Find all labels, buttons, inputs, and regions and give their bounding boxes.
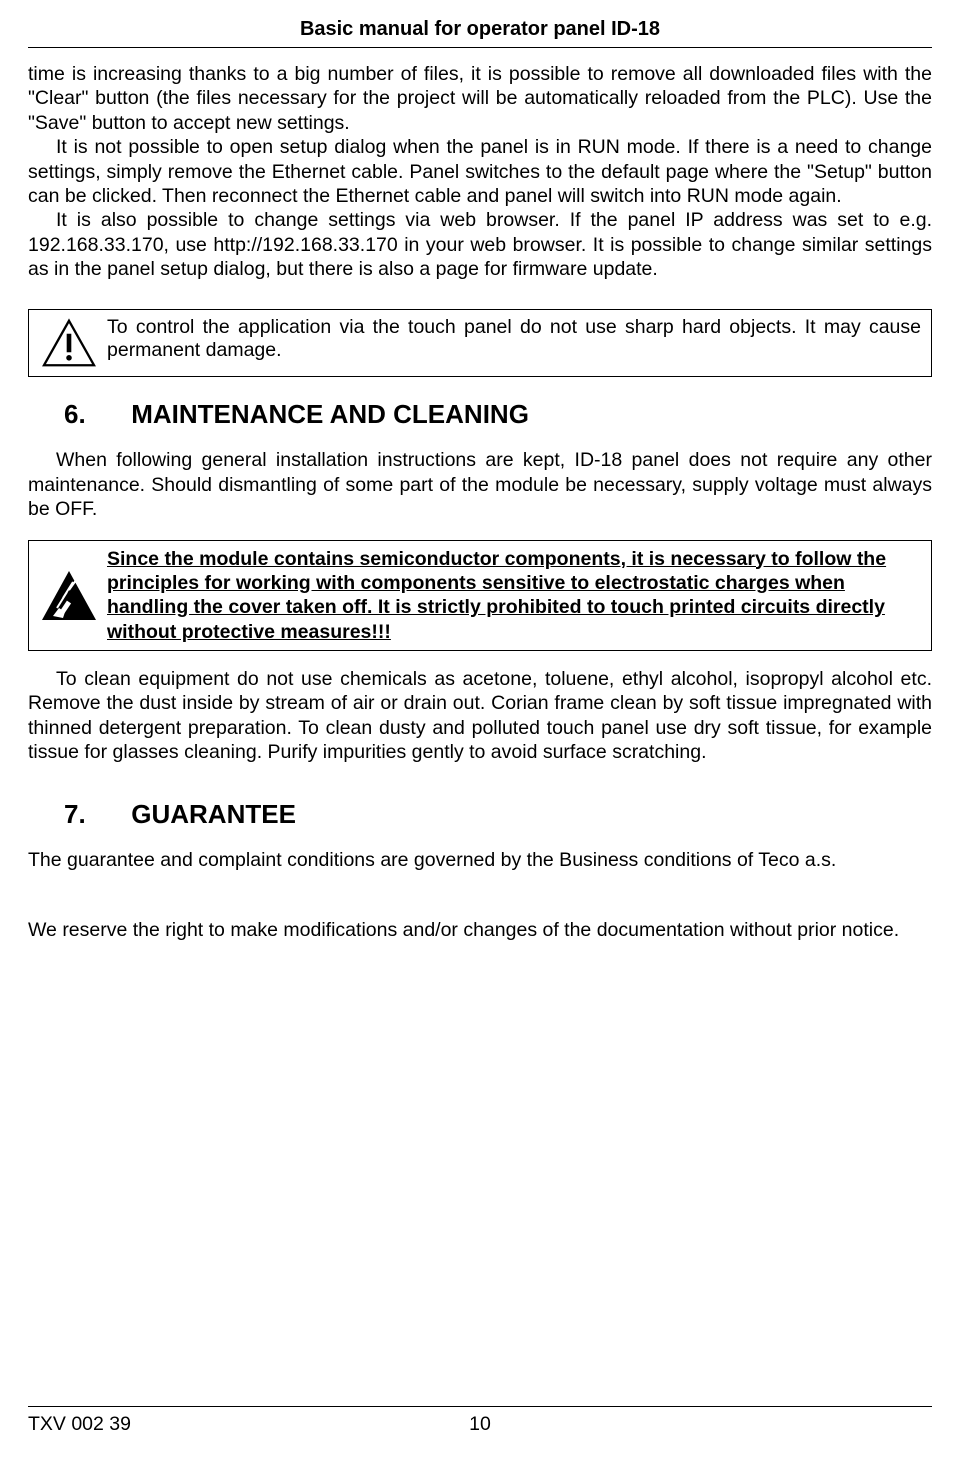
- page-footer: TXV 002 39 10 .: [28, 1406, 932, 1436]
- paragraph-2: It is not possible to open setup dialog …: [28, 135, 932, 208]
- paragraph-1: time is increasing thanks to a big numbe…: [28, 62, 932, 135]
- paragraph-3: It is also possible to change settings v…: [28, 208, 932, 281]
- esd-callout-text: Since the module contains semiconductor …: [107, 541, 931, 651]
- page-header-title: Basic manual for operator panel ID-18: [28, 18, 932, 48]
- section-7-number: 7.: [64, 799, 124, 830]
- section-7-title: GUARANTEE: [131, 799, 296, 829]
- footer-page-number: 10: [469, 1413, 491, 1436]
- section-6-heading: 6. MAINTENANCE AND CLEANING: [64, 399, 932, 430]
- warning-callout-text: To control the application via the touch…: [107, 310, 931, 368]
- section-6-title: MAINTENANCE AND CLEANING: [131, 399, 529, 429]
- section-6-number: 6.: [64, 399, 124, 430]
- paragraph-6a: When following general installation inst…: [28, 448, 932, 521]
- paragraph-7a: The guarantee and complaint conditions a…: [28, 848, 932, 872]
- footer-doc-ref: TXV 002 39: [28, 1413, 131, 1436]
- esd-icon: [39, 568, 99, 624]
- paragraph-7b: We reserve the right to make modificatio…: [28, 918, 932, 942]
- paragraph-6b: To clean equipment do not use chemicals …: [28, 667, 932, 765]
- warning-triangle-icon: [41, 318, 97, 368]
- esd-callout: Since the module contains semiconductor …: [28, 540, 932, 652]
- warning-callout: To control the application via the touch…: [28, 309, 932, 377]
- section-7-heading: 7. GUARANTEE: [64, 799, 932, 830]
